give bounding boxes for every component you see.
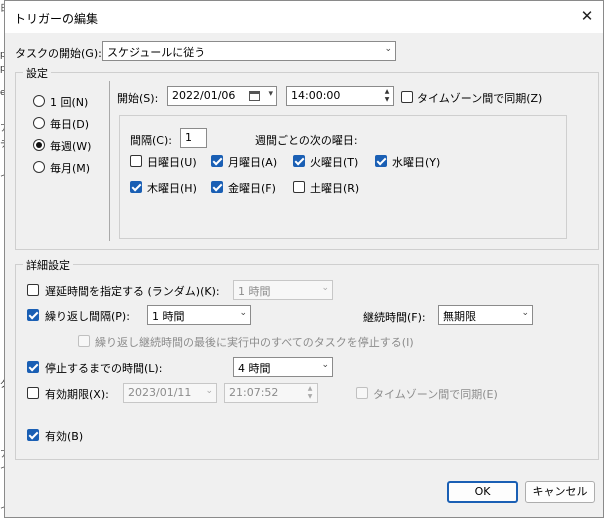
- expire-sync-checkbox[interactable]: [356, 387, 368, 399]
- radio-daily-label: 毎日(D): [50, 118, 90, 131]
- edit-trigger-dialog: トリガーの編集 ✕ タスクの開始(G): スケジュールに従う ⌄ 設定 1 回(…: [4, 0, 604, 518]
- checkbox-sunday[interactable]: [130, 155, 142, 167]
- expire-time-value: 21:07:52: [229, 386, 279, 399]
- chevron-down-icon: ▾: [268, 89, 273, 99]
- start-date-picker[interactable]: 2022/01/06 ▾: [167, 86, 277, 106]
- spinner-icon[interactable]: ▲ ▼: [305, 385, 315, 401]
- stop-after-checkbox[interactable]: [27, 361, 39, 373]
- settings-divider: [109, 81, 110, 241]
- thursday-label: 木曜日(H): [147, 182, 197, 195]
- radio-weekly-label: 毎週(W): [50, 140, 92, 153]
- delay-label: 遅延時間を指定する (ランダム)(K):: [45, 285, 220, 298]
- checkbox-wednesday[interactable]: [375, 155, 387, 167]
- task-start-value: スケジュールに従う: [107, 46, 206, 59]
- stop-all-label: 繰り返し継続時間の最後に実行中のすべてのタスクを停止する(I): [95, 336, 414, 349]
- sync-timezone-label: タイムゾーン間で同期(Z): [417, 92, 543, 105]
- dialog-title: トリガーの編集: [14, 12, 99, 26]
- duration-value: 無期限: [443, 310, 476, 323]
- radio-daily[interactable]: [33, 117, 45, 129]
- interval-value: 1: [185, 131, 192, 144]
- settings-legend: 設定: [23, 65, 51, 81]
- repeat-label: 繰り返し間隔(P):: [45, 310, 130, 323]
- wednesday-label: 水曜日(Y): [392, 156, 441, 169]
- duration-label: 継続時間(F):: [363, 311, 426, 324]
- chevron-down-icon: ⌄: [384, 44, 392, 54]
- tuesday-label: 火曜日(T): [310, 156, 359, 169]
- weekdays-label: 週間ごとの次の曜日:: [255, 134, 358, 147]
- checkbox-thursday[interactable]: [130, 181, 142, 193]
- title-bar: トリガーの編集 ✕: [5, 1, 603, 33]
- checkbox-saturday[interactable]: [293, 181, 305, 193]
- delay-checkbox[interactable]: [27, 284, 39, 296]
- task-start-select[interactable]: スケジュールに従う ⌄: [102, 41, 396, 61]
- radio-once[interactable]: [33, 95, 45, 107]
- expire-label: 有効期限(X):: [45, 388, 109, 401]
- expire-checkbox[interactable]: [27, 387, 39, 399]
- stop-all-checkbox[interactable]: [78, 335, 90, 347]
- start-date-value: 2022/01/06: [172, 89, 236, 102]
- stop-after-value: 4 時間: [238, 362, 271, 375]
- chevron-down-icon: ⌄: [521, 308, 529, 318]
- sunday-label: 日曜日(U): [147, 156, 197, 169]
- expire-date-picker[interactable]: 2023/01/11 ⌄: [123, 383, 217, 403]
- expire-time-field[interactable]: 21:07:52 ▲ ▼: [224, 383, 318, 403]
- spinner-icon[interactable]: ▲ ▼: [382, 88, 392, 104]
- enabled-checkbox[interactable]: [27, 429, 39, 441]
- calendar-icon[interactable]: [249, 91, 260, 101]
- repeat-checkbox[interactable]: [27, 309, 39, 321]
- checkbox-friday[interactable]: [211, 181, 223, 193]
- chevron-down-icon: ⌄: [239, 308, 247, 318]
- checkbox-monday[interactable]: [211, 155, 223, 167]
- cancel-button[interactable]: キャンセル: [525, 481, 595, 503]
- saturday-label: 土曜日(R): [310, 182, 360, 195]
- advanced-legend: 詳細設定: [23, 257, 73, 273]
- ok-button[interactable]: OK: [447, 481, 518, 503]
- friday-label: 金曜日(F): [228, 182, 276, 195]
- checkbox-tuesday[interactable]: [293, 155, 305, 167]
- chevron-down-icon: ⌄: [205, 386, 213, 396]
- monday-label: 月曜日(A): [228, 156, 278, 169]
- duration-select[interactable]: 無期限 ⌄: [438, 305, 533, 325]
- repeat-select[interactable]: 1 時間 ⌄: [147, 305, 251, 325]
- chevron-down-icon: ⌄: [321, 283, 329, 293]
- close-icon[interactable]: ✕: [573, 3, 601, 29]
- expire-sync-label: タイムゾーン間で同期(E): [373, 388, 498, 401]
- chevron-down-icon: ⌄: [321, 360, 329, 370]
- start-time-field[interactable]: 14:00:00 ▲ ▼: [286, 86, 394, 106]
- sync-timezone-checkbox[interactable]: [401, 91, 413, 103]
- stop-after-label: 停止するまでの時間(L):: [45, 362, 163, 375]
- repeat-value: 1 時間: [152, 310, 185, 323]
- expire-date-value: 2023/01/11: [128, 386, 192, 399]
- enabled-label: 有効(B): [45, 430, 84, 443]
- start-label: 開始(S):: [117, 92, 159, 105]
- radio-monthly[interactable]: [33, 161, 45, 173]
- stop-after-select[interactable]: 4 時間 ⌄: [233, 357, 333, 377]
- interval-input[interactable]: 1: [180, 128, 207, 148]
- start-time-value: 14:00:00: [291, 89, 341, 102]
- task-start-label: タスクの開始(G):: [15, 47, 102, 60]
- delay-select[interactable]: 1 時間 ⌄: [233, 280, 333, 300]
- radio-weekly[interactable]: [33, 139, 45, 151]
- radio-once-label: 1 回(N): [50, 96, 89, 109]
- interval-label: 間隔(C):: [130, 134, 172, 147]
- radio-monthly-label: 毎月(M): [50, 162, 91, 175]
- delay-value: 1 時間: [238, 285, 271, 298]
